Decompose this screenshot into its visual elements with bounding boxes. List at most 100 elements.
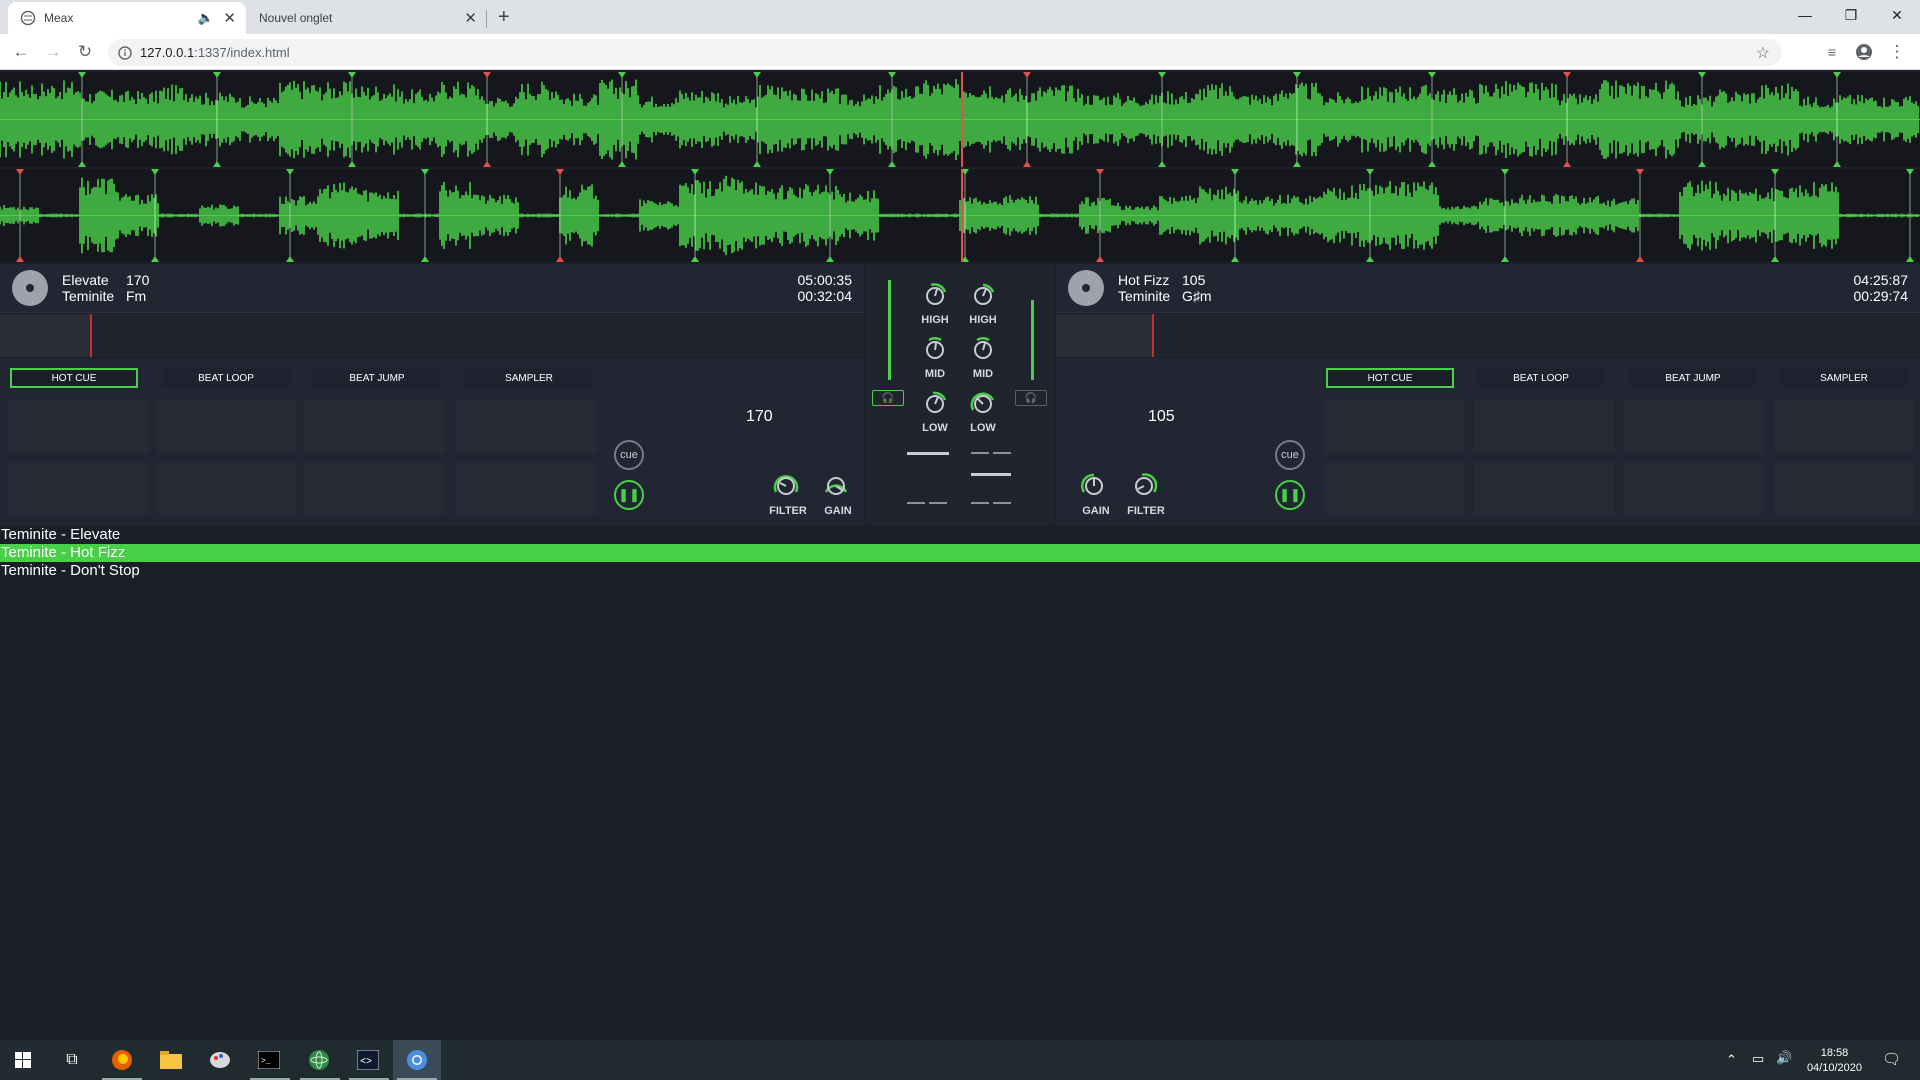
svg-text:<>: <> [360, 1057, 372, 1068]
high-knob-b[interactable] [969, 282, 997, 310]
new-tab-button[interactable]: + [498, 6, 510, 29]
close-tab-icon[interactable]: ✕ [464, 9, 477, 27]
beat-marker-triangle [348, 72, 356, 78]
tab-sampler[interactable]: SAMPLER [1780, 368, 1908, 388]
forward-button[interactable]: → [41, 40, 65, 64]
filter-knob[interactable] [1130, 472, 1158, 500]
pad-5[interactable] [9, 462, 149, 515]
tab-new[interactable]: Nouvel onglet ✕ [247, 2, 487, 34]
network-icon[interactable]: ▭ [1752, 1051, 1764, 1067]
tab-beat-jump[interactable]: BEAT JUMP [1629, 368, 1757, 388]
cue-button[interactable]: cue [614, 440, 644, 470]
audio-playing-icon[interactable]: 🔈 [198, 10, 214, 26]
beat-marker-triangle [1366, 256, 1374, 262]
address-bar[interactable]: 127.0.0.1:1337/index.html ☆ [108, 39, 1782, 66]
terminal-icon[interactable]: >_ [257, 1048, 281, 1072]
tab-sampler[interactable]: SAMPLER [465, 368, 593, 388]
back-button[interactable]: ← [9, 40, 33, 64]
minimize-button[interactable]: — [1782, 0, 1828, 30]
beat-marker-triangle [16, 169, 24, 175]
close-window-button[interactable]: ✕ [1874, 0, 1920, 30]
deck-b-bpm-display: 105 [1148, 408, 1175, 425]
close-tab-icon[interactable]: ✕ [223, 9, 236, 27]
pad-4[interactable] [1774, 400, 1914, 453]
beat-marker-triangle [1428, 161, 1436, 167]
beat-marker-triangle [1833, 72, 1841, 78]
notifications-icon[interactable]: 🗨 [1882, 1050, 1901, 1068]
task-view-icon[interactable]: ⧉ [60, 1048, 84, 1072]
pad-5[interactable] [1324, 462, 1464, 515]
pad-2[interactable] [1474, 400, 1614, 453]
info-icon[interactable] [118, 45, 132, 60]
mid-knob-b[interactable] [969, 336, 997, 364]
beat-marker-triangle [286, 256, 294, 262]
chevron-up-icon[interactable]: ⌃ [1726, 1052, 1737, 1068]
mid-knob-a[interactable] [921, 336, 949, 364]
play-pause-button[interactable]: ❚❚ [1275, 480, 1305, 510]
tab-beat-loop[interactable]: BEAT LOOP [1477, 368, 1605, 388]
tab-meax[interactable]: Meax 🔈 ✕ [8, 2, 246, 34]
pad-8[interactable] [457, 462, 597, 515]
deck-b-info: Hot Fizz 105 Teminite G♯m 04:25:87 00:29… [1056, 264, 1920, 313]
waveform-a-svg [0, 72, 1920, 167]
filter-knob[interactable] [772, 472, 800, 500]
pad-8[interactable] [1774, 462, 1914, 515]
maximize-button[interactable]: ❐ [1828, 0, 1874, 30]
playlist-item[interactable]: Teminite - Don't Stop [0, 562, 1920, 580]
channel-fader-a[interactable] [907, 452, 949, 455]
pad-7[interactable] [305, 462, 445, 515]
pad-7[interactable] [1624, 462, 1764, 515]
play-pause-button[interactable]: ❚❚ [614, 480, 644, 510]
headphones-b-icon[interactable]: 🎧 [1015, 390, 1047, 406]
pad-1[interactable] [9, 400, 149, 453]
paint-icon[interactable] [208, 1048, 232, 1072]
beat-marker-triangle [888, 161, 896, 167]
tab-beat-jump[interactable]: BEAT JUMP [313, 368, 441, 388]
pad-2[interactable] [157, 400, 297, 453]
pad-3[interactable] [1624, 400, 1764, 453]
windows-start-icon[interactable] [11, 1048, 35, 1072]
pad-4[interactable] [457, 400, 597, 453]
beat-marker-triangle [1906, 256, 1914, 262]
deck-b-overview-played [1056, 314, 1152, 357]
tab-beat-loop[interactable]: BEAT LOOP [162, 368, 290, 388]
profile-icon[interactable] [1852, 40, 1876, 64]
channel-fader-b[interactable] [971, 473, 1011, 476]
atom-editor-icon[interactable] [307, 1048, 331, 1072]
waveform-deck-b[interactable] [0, 169, 1920, 262]
menu-icon[interactable]: ⋮ [1885, 40, 1909, 64]
firefox-icon[interactable] [110, 1048, 134, 1072]
gain-knob[interactable] [822, 472, 850, 500]
clock-date: 04/10/2020 [1806, 1062, 1862, 1074]
headphones-a-icon[interactable]: 🎧 [872, 390, 904, 406]
cue-button[interactable]: cue [1275, 440, 1305, 470]
low-knob-a[interactable] [921, 390, 949, 418]
file-explorer-icon[interactable] [159, 1048, 183, 1072]
gain-knob[interactable] [1080, 472, 1108, 500]
deck-a-overview[interactable] [0, 314, 864, 357]
high-knob-a[interactable] [921, 282, 949, 310]
volume-icon[interactable]: 🔊 [1776, 1050, 1792, 1066]
reload-button[interactable]: ↻ [73, 40, 97, 64]
mixer: 🎧 🎧 HIGH HIGH MID MID LOW LOW [865, 264, 1055, 526]
tab-hot-cue[interactable]: HOT CUE [10, 368, 138, 388]
chrome-icon[interactable] [405, 1048, 429, 1072]
pad-6[interactable] [1474, 462, 1614, 515]
deck-b-title: Hot Fizz [1118, 272, 1170, 288]
playlist-item-selected[interactable]: Teminite - Hot Fizz [0, 544, 1920, 562]
star-icon[interactable]: ☆ [1756, 43, 1770, 63]
pad-3[interactable] [305, 400, 445, 453]
browser-toolbar: ← → ↻ 127.0.0.1:1337/index.html ☆ ≡ ⋮ [0, 34, 1920, 70]
code-editor-icon[interactable]: <> [356, 1048, 380, 1072]
pad-1[interactable] [1324, 400, 1464, 453]
clock[interactable]: 18:58 04/10/2020 [1807, 1046, 1862, 1076]
low-label-a: LOW [922, 422, 948, 434]
deck-b-overview[interactable] [1056, 314, 1920, 357]
low-knob-b[interactable] [969, 390, 997, 418]
deck-b-artist: Teminite [1118, 288, 1171, 304]
tab-hot-cue[interactable]: HOT CUE [1326, 368, 1454, 388]
media-control-icon[interactable]: ≡ [1820, 40, 1844, 64]
playlist-item[interactable]: Teminite - Elevate [0, 526, 1920, 544]
waveform-deck-a[interactable] [0, 72, 1920, 167]
pad-6[interactable] [157, 462, 297, 515]
